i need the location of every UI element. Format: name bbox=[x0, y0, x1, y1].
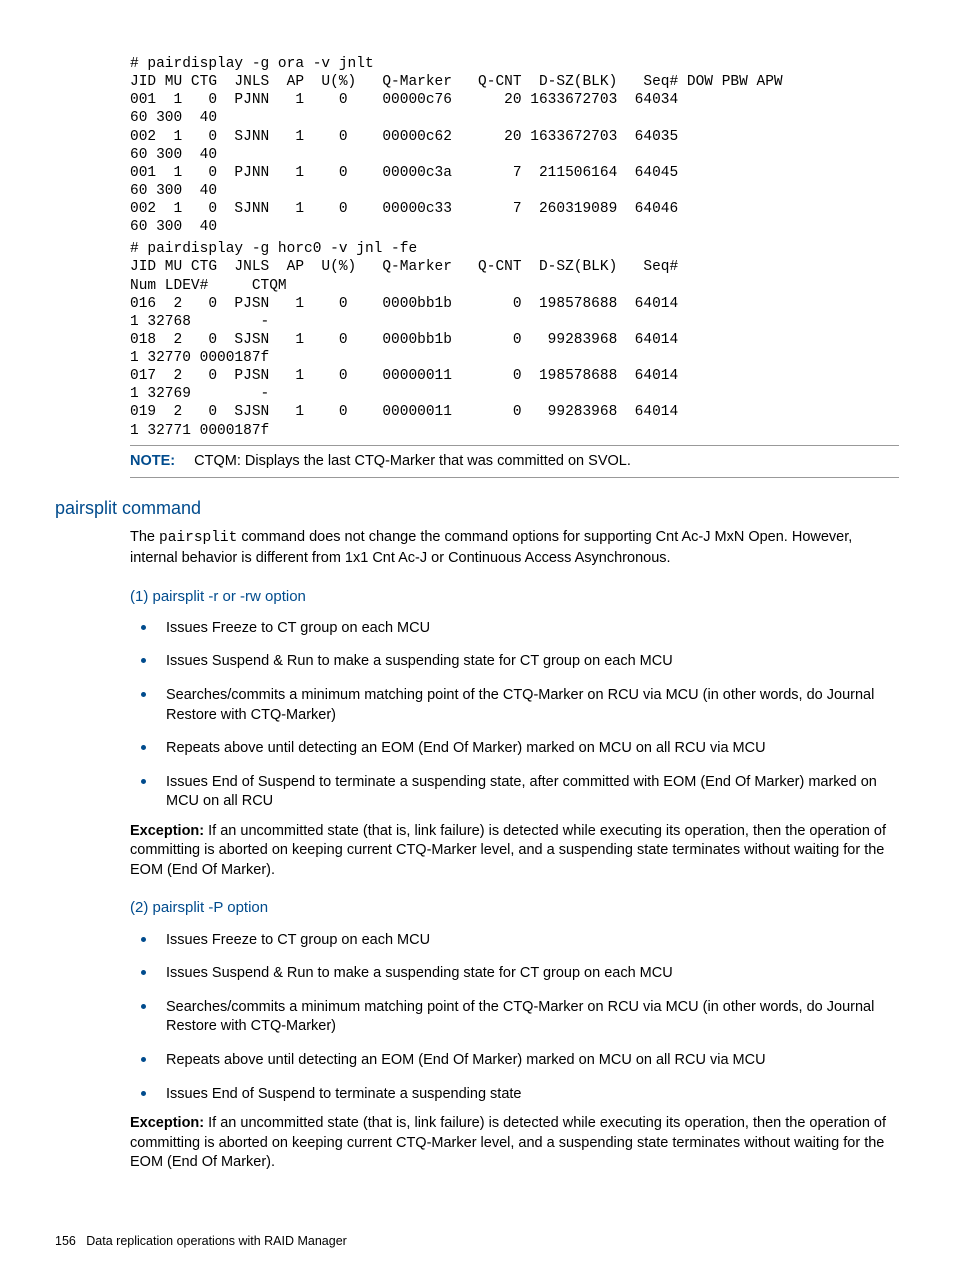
note-label: NOTE: bbox=[130, 453, 175, 469]
code-block-1: # pairdisplay -g ora -v jnlt JID MU CTG … bbox=[130, 55, 899, 236]
subsection-2-list: Issues Freeze to CT group on each MCU Is… bbox=[130, 927, 899, 1104]
inline-code-pairsplit: pairsplit bbox=[159, 530, 237, 546]
list-item: Issues End of Suspend to terminate a sus… bbox=[158, 1081, 899, 1105]
footer-title: Data replication operations with RAID Ma… bbox=[86, 1234, 347, 1248]
code-block-2: # pairdisplay -g horc0 -v jnl -fe JID MU… bbox=[130, 240, 899, 439]
list-item: Issues End of Suspend to terminate a sus… bbox=[158, 769, 899, 812]
note-box: NOTE: CTQM: Displays the last CTQ-Marker… bbox=[130, 445, 899, 479]
list-item: Searches/commits a minimum matching poin… bbox=[158, 994, 899, 1037]
section-heading-pairsplit: pairsplit command bbox=[55, 496, 899, 520]
list-item: Issues Suspend & Run to make a suspendin… bbox=[158, 960, 899, 984]
subsection-1-exception: Exception: If an uncommitted state (that… bbox=[130, 822, 899, 881]
subsection-1-list: Issues Freeze to CT group on each MCU Is… bbox=[130, 615, 899, 812]
subsection-2-exception: Exception: If an uncommitted state (that… bbox=[130, 1114, 899, 1173]
list-item: Issues Freeze to CT group on each MCU bbox=[158, 615, 899, 639]
subsection-2-heading: (2) pairsplit -P option bbox=[130, 898, 899, 918]
list-item: Issues Suspend & Run to make a suspendin… bbox=[158, 648, 899, 672]
note-text: CTQM: Displays the last CTQ-Marker that … bbox=[194, 453, 631, 469]
section-intro: The pairsplit command does not change th… bbox=[130, 528, 899, 568]
list-item: Searches/commits a minimum matching poin… bbox=[158, 682, 899, 725]
list-item: Issues Freeze to CT group on each MCU bbox=[158, 927, 899, 951]
list-item: Repeats above until detecting an EOM (En… bbox=[158, 735, 899, 759]
list-item: Repeats above until detecting an EOM (En… bbox=[158, 1047, 899, 1071]
page-number: 156 bbox=[55, 1234, 76, 1248]
page-footer: 156 Data replication operations with RAI… bbox=[55, 1233, 899, 1250]
subsection-1-heading: (1) pairsplit -r or -rw option bbox=[130, 587, 899, 607]
